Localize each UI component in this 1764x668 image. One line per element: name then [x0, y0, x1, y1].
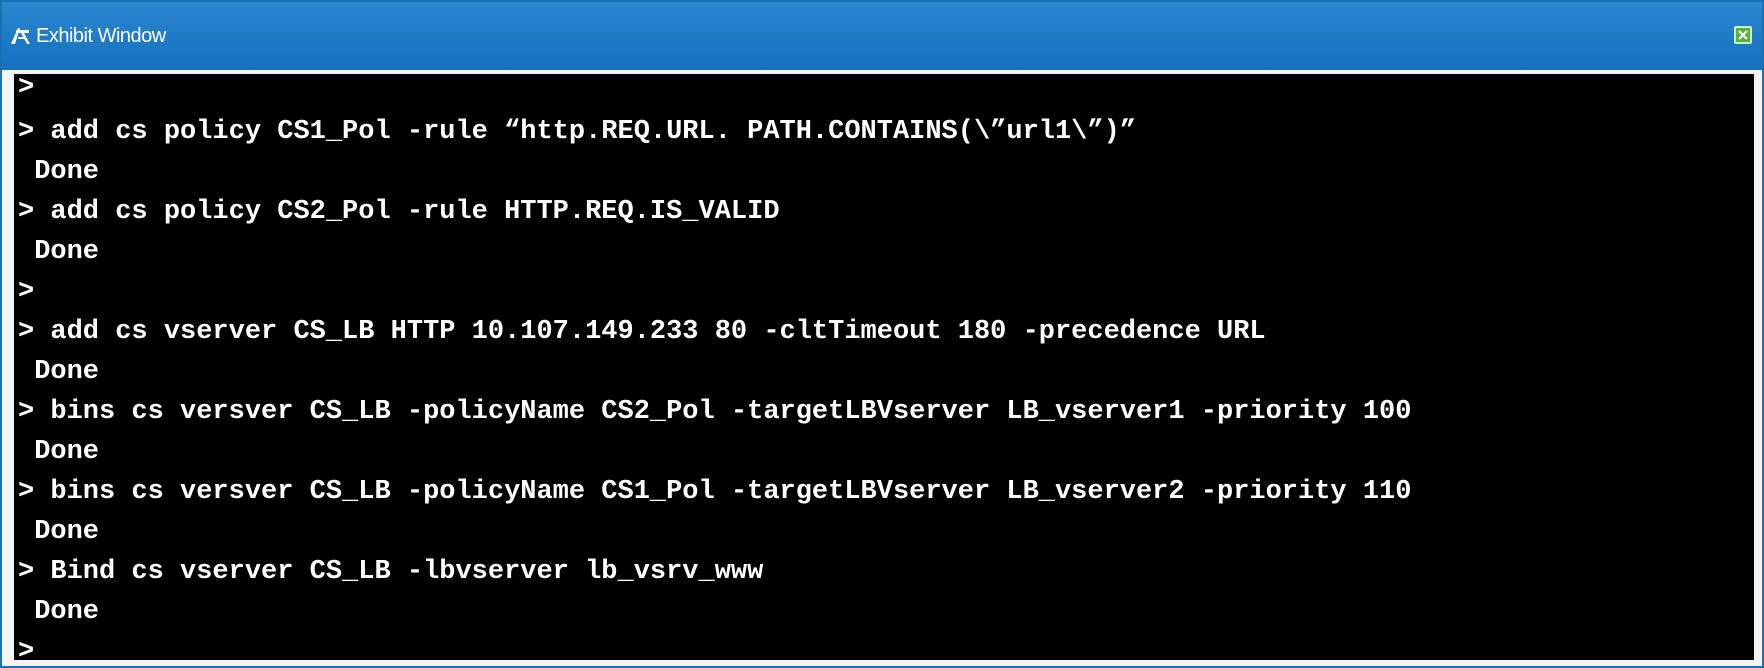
terminal-line: > bins cs versver CS_LB -policyName CS1_… — [18, 477, 1412, 507]
terminal-line: > Bind cs vserver CS_LB -lbvserver lb_vs… — [18, 557, 764, 587]
terminal-line: > — [18, 637, 35, 660]
terminal-line: Done — [18, 357, 100, 387]
terminal-line: Done — [18, 597, 100, 627]
terminal-line: Done — [18, 237, 100, 267]
terminal-line: > add cs policy CS2_Pol -rule HTTP.REQ.I… — [18, 197, 780, 227]
terminal-line: > add cs vserver CS_LB HTTP 10.107.149.2… — [18, 317, 1266, 347]
terminal-line: > bins cs versver CS_LB -policyName CS2_… — [18, 397, 1412, 427]
terminal-line: > — [18, 277, 35, 307]
terminal-line: > add cs policy CS1_Pol -rule “http.REQ.… — [18, 117, 1136, 147]
terminal-line: Done — [18, 157, 100, 187]
terminal-line: Done — [18, 517, 100, 547]
terminal-output: > > add cs policy CS1_Pol -rule “http.RE… — [14, 74, 1754, 660]
title-bar[interactable]: Exhibit Window — [2, 2, 1762, 70]
terminal-line: > — [18, 74, 35, 103]
close-icon[interactable] — [1734, 26, 1752, 44]
window-title: Exhibit Window — [36, 24, 166, 47]
exhibit-window: Exhibit Window > > add cs policy CS1_Pol… — [0, 0, 1764, 668]
terminal-line: Done — [18, 437, 100, 467]
exhibit-icon — [10, 25, 32, 47]
